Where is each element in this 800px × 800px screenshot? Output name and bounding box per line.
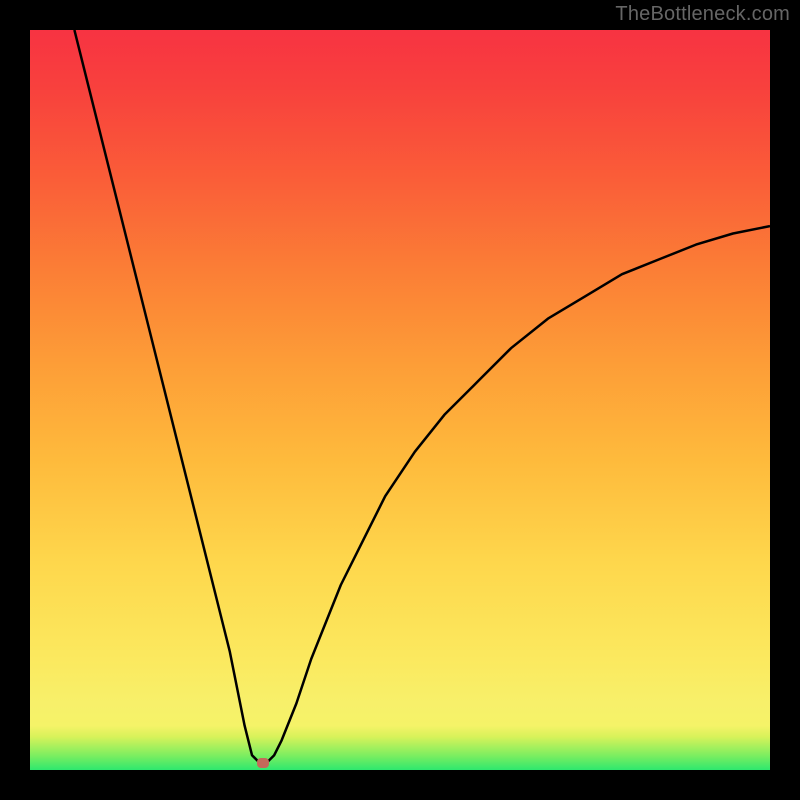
curve-svg bbox=[30, 30, 770, 770]
chart-frame: TheBottleneck.com bbox=[0, 0, 800, 800]
plot-area bbox=[30, 30, 770, 770]
optimal-point-marker bbox=[257, 758, 269, 768]
bottleneck-curve-path bbox=[74, 30, 770, 763]
watermark-text: TheBottleneck.com bbox=[615, 3, 790, 26]
